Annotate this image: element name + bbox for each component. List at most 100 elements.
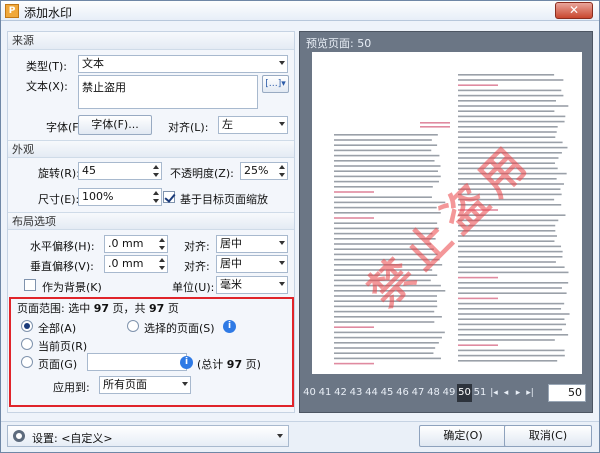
text-line <box>458 313 570 315</box>
pages-total-suffix: 页) <box>242 358 261 371</box>
align-select-value: 左 <box>222 118 233 131</box>
ok-button[interactable]: 确定(O) <box>419 425 507 447</box>
text-line <box>334 180 439 183</box>
text-line <box>458 276 498 279</box>
type-label: 类型(T): <box>26 60 68 73</box>
font-button[interactable]: 字体(F)... <box>78 115 152 135</box>
units-select[interactable]: 毫米 <box>216 276 288 294</box>
page-number-48[interactable]: 48 <box>426 384 441 402</box>
text-line <box>334 175 441 178</box>
page-range-summary-mid: 页，共 <box>109 302 150 315</box>
voffset-label: 垂直偏移(V): <box>30 260 94 273</box>
text-line <box>334 217 374 219</box>
rotation-stepper[interactable]: 45 <box>78 162 162 180</box>
insert-field-icon: […]▾ <box>265 79 286 89</box>
text-line <box>458 250 563 253</box>
valign-select[interactable]: 居中 <box>216 255 288 273</box>
text-line <box>334 347 436 349</box>
preview-page: 禁止盗用 <box>312 52 582 374</box>
text-label: 文本(X): <box>26 80 68 93</box>
page-range-summary: 页面范围: 选中 97 页，共 97 页 <box>17 300 179 316</box>
scale-to-page-label: 基于目标页面缩放 <box>180 193 268 206</box>
pages-total-label: (总计 97 页) <box>197 356 261 372</box>
page-number-45[interactable]: 45 <box>380 384 395 402</box>
apply-to-select[interactable]: 所有页面 <box>99 376 191 394</box>
page-number-46[interactable]: 46 <box>395 384 410 402</box>
text-line <box>458 245 562 248</box>
title-bar[interactable]: P 添加水印 ✕ <box>1 1 599 21</box>
text-line <box>458 266 565 268</box>
type-select[interactable]: 文本 <box>78 55 288 73</box>
align-label: 对齐(L): <box>168 121 209 134</box>
scale-to-page-checkbox[interactable] <box>163 191 175 203</box>
chevron-down-icon <box>279 241 285 245</box>
text-line <box>458 339 555 341</box>
watermark-text-input[interactable]: 禁止盗用 <box>78 75 258 109</box>
close-button[interactable]: ✕ <box>555 2 593 19</box>
halign-value: 居中 <box>220 237 242 250</box>
text-line <box>334 352 434 354</box>
pages-input[interactable] <box>87 353 187 371</box>
chevron-down-icon <box>279 122 285 126</box>
voffset-stepper[interactable]: .0 mm <box>104 255 168 273</box>
text-line <box>334 362 374 365</box>
page-number-input[interactable]: 50 <box>548 384 586 402</box>
spin-down-icon <box>153 173 159 177</box>
text-line <box>458 323 567 326</box>
text-line <box>334 134 438 136</box>
selected-pages-radio[interactable] <box>127 320 139 332</box>
next-page-icon[interactable]: ▸ <box>512 384 524 402</box>
align-select[interactable]: 左 <box>218 116 288 134</box>
page-number-40[interactable]: 40 <box>302 384 317 402</box>
page-range-summary-prefix: 页面范围: 选中 <box>17 302 94 315</box>
text-line <box>458 287 562 289</box>
text-line <box>458 110 555 112</box>
prev-page-icon[interactable]: ◂ <box>500 384 512 402</box>
settings-select[interactable]: 设置: <自定义> <box>7 425 289 447</box>
size-stepper[interactable]: 100% <box>78 188 162 206</box>
text-line <box>458 74 555 76</box>
preview-panel: 预览页面: 50 禁止盗用 |◂ ◂ ▸ ▸| 50 40 41 42 43 44 45 4… <box>299 31 593 413</box>
opacity-stepper[interactable]: 25% <box>240 162 288 180</box>
layout-section-header: 布局选项 <box>8 212 294 230</box>
page-number-44[interactable]: 44 <box>364 384 379 402</box>
all-pages-radio[interactable] <box>21 320 33 332</box>
page-number-41[interactable]: 41 <box>318 384 333 402</box>
first-page-icon[interactable]: |◂ <box>488 384 500 402</box>
cancel-button[interactable]: 取消(C) <box>504 425 592 447</box>
info-icon[interactable]: i <box>223 320 236 333</box>
text-line <box>334 165 441 167</box>
text-line <box>420 126 450 128</box>
total-page-count: 97 <box>149 302 165 315</box>
voffset-value: .0 mm <box>108 257 144 270</box>
page-number-43[interactable]: 43 <box>349 384 364 402</box>
page-number-51[interactable]: 51 <box>473 384 488 402</box>
last-page-icon[interactable]: ▸| <box>524 384 536 402</box>
insert-macro-button[interactable]: […]▾ <box>262 75 289 93</box>
info-icon[interactable]: i <box>180 356 193 369</box>
appearance-section-header: 外观 <box>8 140 294 158</box>
text-line <box>334 144 438 146</box>
text-line <box>458 84 498 86</box>
text-line <box>334 336 442 339</box>
text-line <box>458 349 565 352</box>
text-line <box>458 292 567 294</box>
page-range-group: 页面范围: 选中 97 页，共 97 页 全部(A) 选择的页面(S) i 当前… <box>9 297 294 407</box>
halign-select[interactable]: 居中 <box>216 235 288 253</box>
text-line <box>334 160 435 162</box>
opacity-label: 不透明度(Z): <box>170 167 234 180</box>
current-page-radio[interactable] <box>21 338 33 350</box>
rotation-label: 旋转(R): <box>38 167 80 180</box>
hoffset-stepper[interactable]: .0 mm <box>104 235 168 253</box>
text-line <box>458 297 498 300</box>
text-line <box>334 139 432 141</box>
pages-radio[interactable] <box>21 356 33 368</box>
page-number-50[interactable]: 50 <box>457 384 472 402</box>
apply-to-label: 应用到: <box>53 381 90 394</box>
preview-title: 预览页面: 50 <box>306 37 372 50</box>
page-number-49[interactable]: 49 <box>442 384 457 402</box>
page-number-42[interactable]: 42 <box>333 384 348 402</box>
as-background-checkbox[interactable] <box>24 279 36 291</box>
units-value: 毫米 <box>220 278 242 291</box>
page-number-47[interactable]: 47 <box>411 384 426 402</box>
